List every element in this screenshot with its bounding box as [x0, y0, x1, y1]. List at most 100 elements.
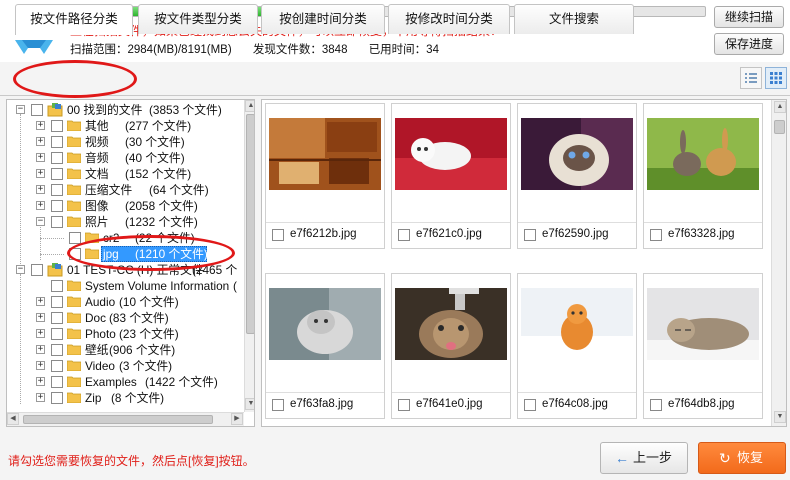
tab-by-modify-time[interactable]: 按修改时间分类: [388, 4, 510, 34]
tree-item-label: Zip: [85, 391, 102, 405]
file-card[interactable]: e7f6212b.jpg: [265, 103, 385, 249]
tree-item-other[interactable]: + 其他 (277 个文件): [7, 118, 244, 134]
recover-button[interactable]: ↻ 恢复: [698, 442, 786, 474]
file-checkbox[interactable]: [650, 399, 662, 411]
file-card[interactable]: e7f64c08.jpg: [517, 273, 637, 419]
tree-checkbox[interactable]: [51, 392, 63, 404]
tree-item-count: (1232 个文件): [125, 215, 198, 229]
tree-checkbox[interactable]: [51, 216, 63, 228]
tree-item-video-folder[interactable]: + Video (3 个文件): [7, 358, 244, 374]
tree-checkbox[interactable]: [51, 184, 63, 196]
file-card[interactable]: e7f64db8.jpg: [643, 273, 763, 419]
expand-icon[interactable]: +: [36, 153, 45, 162]
image-thumbnail: [521, 288, 633, 360]
tree-checkbox[interactable]: [51, 200, 63, 212]
tree-checkbox[interactable]: [51, 296, 63, 308]
tab-file-search[interactable]: 文件搜索: [514, 4, 634, 34]
file-card[interactable]: e7f621c0.jpg: [391, 103, 511, 249]
tab-by-type[interactable]: 按文件类型分类: [138, 4, 258, 34]
expand-icon[interactable]: +: [36, 377, 45, 386]
collapse-icon[interactable]: −: [16, 265, 25, 274]
tree-checkbox[interactable]: [51, 120, 63, 132]
scroll-up-icon[interactable]: ▲: [245, 100, 254, 112]
tree-checkbox[interactable]: [51, 168, 63, 180]
file-card[interactable]: e7f63fa8.jpg: [265, 273, 385, 419]
tree-checkbox[interactable]: [51, 280, 63, 292]
tree-checkbox[interactable]: [69, 232, 81, 244]
save-progress-button[interactable]: 保存进度: [714, 33, 784, 55]
scroll-left-icon[interactable]: ◀: [7, 413, 19, 425]
scroll-down-icon[interactable]: ▼: [774, 411, 786, 423]
previous-step-button[interactable]: ← 上一步: [600, 442, 688, 474]
tab-by-path[interactable]: 按文件路径分类: [15, 4, 133, 35]
tree-item-video[interactable]: + 视频 (30 个文件): [7, 134, 244, 150]
expand-icon[interactable]: +: [36, 121, 45, 130]
tab-by-create-time[interactable]: 按创建时间分类: [261, 4, 385, 34]
tree-item-examples-folder[interactable]: + Examples (1422 个文件): [7, 374, 244, 390]
tree-item-photos[interactable]: − 照片 (1232 个文件): [7, 214, 244, 230]
file-checkbox[interactable]: [524, 399, 536, 411]
tree-item-count: (23 个文件): [119, 327, 179, 341]
file-checkbox[interactable]: [272, 229, 284, 241]
tree-item-audio-folder[interactable]: + Audio (10 个文件): [7, 294, 244, 310]
file-card[interactable]: e7f641e0.jpg: [391, 273, 511, 419]
expand-icon[interactable]: +: [36, 185, 45, 194]
tree-item-documents[interactable]: + 文档 (152 个文件): [7, 166, 244, 182]
collapse-icon[interactable]: −: [36, 217, 45, 226]
scroll-right-icon[interactable]: ▶: [231, 413, 243, 425]
tree-root-found-files[interactable]: − 00 找到的文件 (3853 个文件): [7, 102, 244, 118]
tree-vertical-scrollbar[interactable]: ▲ ▼: [244, 100, 254, 412]
file-card[interactable]: e7f63328.jpg: [643, 103, 763, 249]
expand-icon[interactable]: +: [36, 361, 45, 370]
tree-hscroll-thumb[interactable]: [23, 415, 213, 424]
tree-item-zip-folder[interactable]: + Zip (8 个文件): [7, 390, 244, 406]
folder-icon: [67, 152, 81, 163]
tree-checkbox[interactable]: [31, 104, 43, 116]
expand-icon[interactable]: +: [36, 201, 45, 210]
tree-item-audio[interactable]: + 音频 (40 个文件): [7, 150, 244, 166]
tree-item-images[interactable]: + 图像 (2058 个文件): [7, 198, 244, 214]
continue-scan-button[interactable]: 继续扫描: [714, 6, 784, 28]
tree-item-label: Video: [85, 359, 115, 373]
grid-vertical-scrollbar[interactable]: ▲ ▼: [771, 100, 786, 426]
scroll-up-icon[interactable]: ▲: [774, 101, 786, 113]
tree-item-archives[interactable]: + 压缩文件 (64 个文件): [7, 182, 244, 198]
expand-icon[interactable]: +: [36, 313, 45, 322]
grid-view-button[interactable]: [765, 67, 787, 89]
tree-scroll-thumb[interactable]: [246, 114, 254, 334]
expand-icon[interactable]: +: [36, 345, 45, 354]
file-checkbox[interactable]: [524, 229, 536, 241]
file-card[interactable]: e7f62590.jpg: [517, 103, 637, 249]
tree-checkbox[interactable]: [51, 136, 63, 148]
tree-checkbox[interactable]: [51, 344, 63, 356]
tree-checkbox[interactable]: [51, 328, 63, 340]
tree-item-wallpaper-folder[interactable]: + 壁纸 (906 个文件): [7, 342, 244, 358]
tree-checkbox[interactable]: [51, 360, 63, 372]
file-checkbox[interactable]: [398, 229, 410, 241]
found-count-text: 发现文件数：3848: [252, 44, 348, 56]
expand-icon[interactable]: +: [36, 393, 45, 402]
tree-checkbox[interactable]: [31, 264, 43, 276]
expand-icon[interactable]: +: [36, 297, 45, 306]
image-thumbnail: [269, 288, 381, 360]
collapse-icon[interactable]: −: [16, 105, 25, 114]
recover-label: 恢复: [737, 450, 764, 465]
tree-item-photo-folder[interactable]: + Photo (23 个文件): [7, 326, 244, 342]
tree-horizontal-scrollbar[interactable]: ◀ ▶: [7, 412, 244, 426]
tree-item-doc-folder[interactable]: + Doc (83 个文件): [7, 310, 244, 326]
expand-icon[interactable]: +: [36, 137, 45, 146]
file-thumbnail-grid[interactable]: e7f6212b.jpg e7f621c0.jpg e7f62590.jpg e…: [261, 99, 787, 427]
tree-checkbox[interactable]: [51, 152, 63, 164]
tree-checkbox[interactable]: [51, 312, 63, 324]
grid-scroll-thumb[interactable]: [774, 120, 785, 134]
expand-icon[interactable]: +: [36, 329, 45, 338]
scroll-down-icon[interactable]: ▼: [245, 398, 254, 410]
scan-stats: 扫描范围：2984(MB)/8191(MB) 发现文件数：3848 已用时间：3…: [70, 41, 457, 57]
list-view-button[interactable]: [740, 67, 762, 89]
expand-icon[interactable]: +: [36, 169, 45, 178]
tree-checkbox[interactable]: [51, 376, 63, 388]
tree-item-system-volume-information[interactable]: System Volume Information (: [7, 278, 244, 294]
file-checkbox[interactable]: [398, 399, 410, 411]
file-checkbox[interactable]: [650, 229, 662, 241]
file-checkbox[interactable]: [272, 399, 284, 411]
